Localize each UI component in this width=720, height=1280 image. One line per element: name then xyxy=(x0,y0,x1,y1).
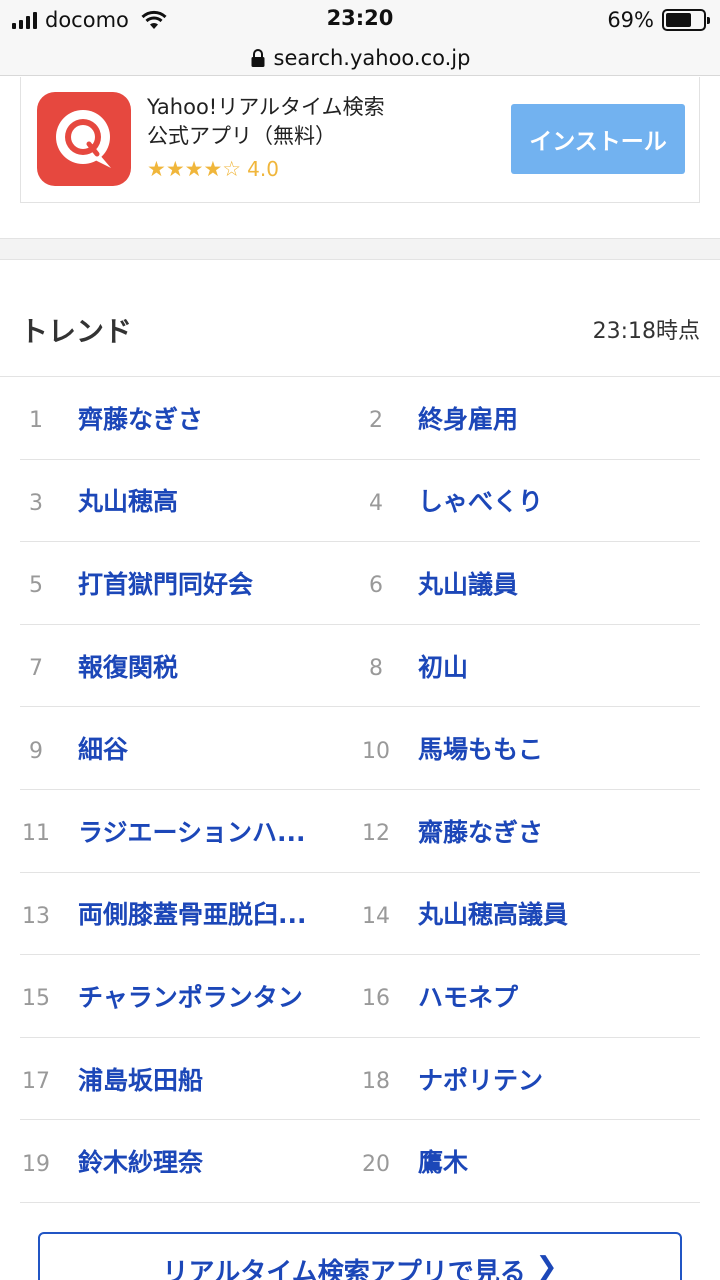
search-bubble-icon xyxy=(56,110,111,168)
trend-rank: 5 xyxy=(29,573,43,599)
trend-row: 5 打首獄門同好会 6 丸山議員 xyxy=(20,542,700,625)
trend-term: ハモネプ xyxy=(418,982,519,1012)
chevron-right-icon: ❯ xyxy=(535,1252,558,1280)
trend-term: 丸山穂高議員 xyxy=(418,900,569,930)
address-bar[interactable]: search.yahoo.co.jp xyxy=(0,40,720,76)
trend-term: しゃべくり xyxy=(418,487,544,517)
trend-item[interactable]: 14 丸山穂高議員 xyxy=(360,873,700,955)
trend-rank: 6 xyxy=(369,573,383,599)
trend-item[interactable]: 3 丸山穂高 xyxy=(20,460,360,542)
app-promo-banner: Yahoo!リアルタイム検索 公式アプリ（無料） ★★★★☆ 4.0 インストー… xyxy=(20,77,700,203)
trend-term: チャランポランタン xyxy=(78,982,303,1012)
trend-rank: 18 xyxy=(362,1069,390,1095)
trend-item[interactable]: 9 細谷 xyxy=(20,707,360,789)
open-in-app-button[interactable]: リアルタイム検索アプリで見る ❯ xyxy=(38,1232,682,1280)
trend-row: 19 鈴木紗理奈 20 鷹木 xyxy=(20,1120,700,1203)
trend-item[interactable]: 4 しゃべくり xyxy=(360,460,700,542)
app-title-line2: 公式アプリ（無料） xyxy=(147,124,336,148)
trend-item[interactable]: 17 浦島坂田船 xyxy=(20,1038,360,1120)
app-title-line1: Yahoo!リアルタイム検索 xyxy=(147,95,385,119)
trend-rank: 16 xyxy=(362,986,390,1012)
battery-fill xyxy=(666,13,691,27)
app-rating: ★★★★☆ 4.0 xyxy=(147,157,279,181)
trend-term: 両側膝蓋骨亜脱臼... xyxy=(78,900,307,930)
trend-item[interactable]: 7 報復関税 xyxy=(20,625,360,707)
trend-item[interactable]: 2 終身雇用 xyxy=(360,377,700,459)
trend-item[interactable]: 16 ハモネプ xyxy=(360,955,700,1037)
trend-item[interactable]: 1 齊藤なぎさ xyxy=(20,377,360,459)
section-divider xyxy=(0,238,720,260)
trend-term: 細谷 xyxy=(78,735,129,765)
trend-term: 鷹木 xyxy=(418,1148,469,1178)
trend-term: 鈴木紗理奈 xyxy=(78,1148,204,1178)
trend-term: ナポリテン xyxy=(418,1065,544,1095)
trend-row: 7 報復関税 8 初山 xyxy=(20,625,700,708)
trend-rank: 12 xyxy=(362,821,390,847)
trend-rank: 9 xyxy=(29,738,43,764)
trend-item[interactable]: 15 チャランポランタン xyxy=(20,955,360,1037)
trend-item[interactable]: 10 馬場ももこ xyxy=(360,707,700,789)
trend-rank: 15 xyxy=(22,986,50,1012)
trend-rank: 10 xyxy=(362,738,390,764)
trend-row: 1 齊藤なぎさ 2 終身雇用 xyxy=(20,377,700,460)
lock-icon xyxy=(251,48,265,67)
trend-rank: 2 xyxy=(369,408,383,434)
trend-rank: 14 xyxy=(362,903,390,929)
trend-row: 15 チャランポランタン 16 ハモネプ xyxy=(20,955,700,1038)
status-bar: docomo 23:20 69% xyxy=(0,0,720,40)
trend-term: ラジエーションハ... xyxy=(78,817,306,847)
trend-timestamp: 23:18時点 xyxy=(592,319,700,344)
trend-term: 打首獄門同好会 xyxy=(78,569,254,599)
trend-item[interactable]: 5 打首獄門同好会 xyxy=(20,542,360,624)
trend-term: 浦島坂田船 xyxy=(78,1065,204,1095)
trend-rank: 4 xyxy=(369,490,383,516)
trend-term: 馬場ももこ xyxy=(418,735,544,765)
url-text: search.yahoo.co.jp xyxy=(273,45,471,70)
rating-value: 4.0 xyxy=(247,157,279,181)
trend-rank: 7 xyxy=(29,656,43,682)
trend-item[interactable]: 12 齋藤なぎさ xyxy=(360,790,700,872)
trend-list: 1 齊藤なぎさ 2 終身雇用 3 丸山穂高 4 しゃべくり 5 打首獄門同好会 6 丸山議員… xyxy=(20,377,700,1203)
trend-item[interactable]: 6 丸山議員 xyxy=(360,542,700,624)
trend-rank: 11 xyxy=(22,821,50,847)
status-right: 69% xyxy=(607,6,710,34)
trend-rank: 19 xyxy=(22,1151,50,1177)
trend-term: 齋藤なぎさ xyxy=(418,817,544,847)
battery-icon xyxy=(662,9,710,31)
trend-item[interactable]: 19 鈴木紗理奈 xyxy=(20,1120,360,1202)
trend-item[interactable]: 18 ナポリテン xyxy=(360,1038,700,1120)
trend-item[interactable]: 11 ラジエーションハ... xyxy=(20,790,360,872)
trend-rank: 1 xyxy=(29,408,43,434)
trend-row: 3 丸山穂高 4 しゃべくり xyxy=(20,460,700,543)
trend-row: 9 細谷 10 馬場ももこ xyxy=(20,707,700,790)
trend-row: 11 ラジエーションハ... 12 齋藤なぎさ xyxy=(20,790,700,873)
battery-percent: 69% xyxy=(607,8,654,32)
trend-rank: 3 xyxy=(29,490,43,516)
rating-stars: ★★★★☆ xyxy=(147,157,242,181)
trend-rank: 17 xyxy=(22,1069,50,1095)
trend-term: 丸山議員 xyxy=(418,569,519,599)
trend-term: 報復関税 xyxy=(78,652,179,682)
app-title: Yahoo!リアルタイム検索 公式アプリ（無料） xyxy=(147,93,447,151)
open-in-app-label: リアルタイム検索アプリで見る xyxy=(162,1258,526,1280)
trend-term: 終身雇用 xyxy=(418,404,519,434)
trend-rank: 20 xyxy=(362,1151,390,1177)
trend-rank: 8 xyxy=(369,656,383,682)
trend-term: 丸山穂高 xyxy=(78,487,179,517)
trend-item[interactable]: 8 初山 xyxy=(360,625,700,707)
install-button[interactable]: インストール xyxy=(511,104,685,174)
trend-row: 17 浦島坂田船 18 ナポリテン xyxy=(20,1038,700,1121)
trend-item[interactable]: 13 両側膝蓋骨亜脱臼... xyxy=(20,873,360,955)
trend-term: 齊藤なぎさ xyxy=(78,404,204,434)
trend-row: 13 両側膝蓋骨亜脱臼... 14 丸山穂高議員 xyxy=(20,873,700,956)
trend-heading: トレンド xyxy=(20,315,133,348)
trend-item[interactable]: 20 鷹木 xyxy=(360,1120,700,1202)
trend-term: 初山 xyxy=(418,652,469,682)
trend-rank: 13 xyxy=(22,903,50,929)
yahoo-realtime-app-icon[interactable] xyxy=(37,92,131,186)
